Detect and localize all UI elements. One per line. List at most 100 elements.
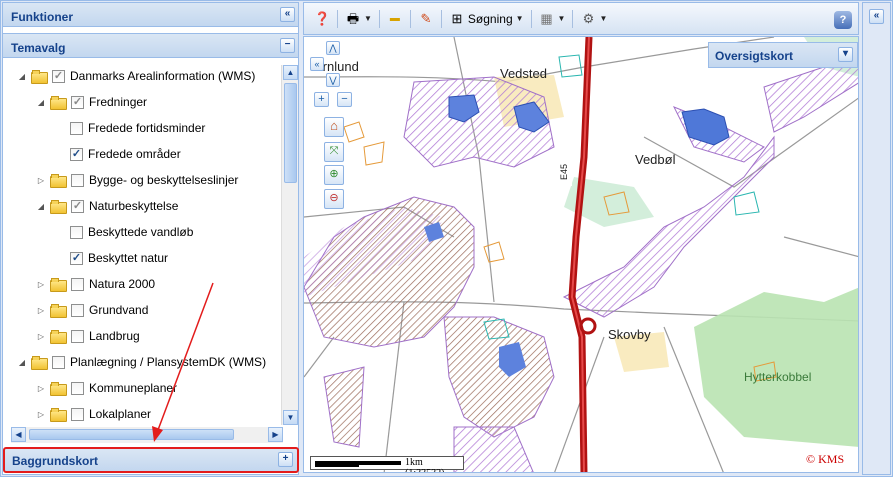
scale-bar-line <box>315 465 359 467</box>
layer-checkbox[interactable] <box>70 121 83 135</box>
expand-arrow-icon[interactable]: ▷ <box>36 409 46 419</box>
info-tool-button[interactable]: ❓ <box>310 8 334 30</box>
layer-checkbox[interactable] <box>71 277 84 291</box>
scroll-right-button[interactable]: ▶ <box>268 427 283 442</box>
scroll-thumb[interactable] <box>284 83 297 183</box>
ruler-icon: ▬ <box>389 12 400 24</box>
layer-checkbox[interactable] <box>71 303 84 317</box>
search-label: Søgning <box>467 11 513 26</box>
zoom-in-button[interactable]: + <box>314 92 329 107</box>
tree-item-label: Naturbeskyttelse <box>89 199 179 213</box>
folder-icon <box>50 304 67 318</box>
expand-arrow-icon <box>55 253 65 263</box>
pan-down-button[interactable]: ⋁ <box>326 73 340 87</box>
baggrundskort-header[interactable]: Baggrundskort + <box>3 447 299 473</box>
home-icon[interactable]: ⌂ <box>324 117 344 137</box>
layer-checkbox[interactable]: ✓ <box>52 69 65 83</box>
layer-checkbox[interactable] <box>52 355 65 369</box>
layer-checkbox[interactable]: ✓ <box>71 95 84 109</box>
tree-item[interactable]: ◢ ✓ Naturbeskyttelse <box>3 195 281 217</box>
map-canvas[interactable] <box>304 37 859 473</box>
scale-text: 1km (1:33532) <box>405 457 444 472</box>
layers-icon: ▦ <box>540 10 553 26</box>
layer-checkbox[interactable] <box>71 173 84 187</box>
map-toolbar: ❓ 🖶 ▼ ▬ ✎ ⊞ Søgning ▼ ▦ ▼ ⚙ ▼ ? <box>303 2 859 35</box>
toolbar-separator <box>440 9 442 28</box>
pan-left-button[interactable]: « <box>310 57 324 71</box>
collapse-arrow-icon[interactable]: ◢ <box>36 201 46 211</box>
zoom-extent-icon[interactable]: ⤧ <box>324 142 344 162</box>
expand-baggrundskort-button[interactable]: + <box>278 452 293 467</box>
expand-arrow-icon <box>55 149 65 159</box>
pan-up-button[interactable]: ⋀ <box>326 41 340 55</box>
layer-checkbox[interactable] <box>70 225 83 239</box>
zoom-out-button[interactable]: − <box>337 92 352 107</box>
expand-arrow-icon <box>55 123 65 133</box>
layer-checkbox[interactable]: ✓ <box>70 147 83 161</box>
tree-item-label: Bygge- og beskyttelseslinjer <box>89 173 239 187</box>
collapse-left-panel-button[interactable]: « <box>280 7 295 22</box>
settings-button[interactable]: ⚙ ▼ <box>576 8 611 30</box>
layer-checkbox[interactable]: ✓ <box>71 199 84 213</box>
tree-item[interactable]: Fredede fortidsminder <box>3 117 281 139</box>
measure-button[interactable]: ▬ <box>383 8 407 30</box>
collapse-temavalg-button[interactable]: − <box>280 38 295 53</box>
folder-icon <box>50 200 67 214</box>
folder-icon <box>50 408 67 422</box>
folder-icon <box>50 330 67 344</box>
expand-arrow-icon[interactable]: ▷ <box>36 383 46 393</box>
toolbar-separator <box>378 9 380 28</box>
collapse-arrow-icon[interactable]: ◢ <box>36 97 46 107</box>
printer-icon: 🖶 <box>346 10 360 26</box>
expand-arrow-icon[interactable]: ▷ <box>36 305 46 315</box>
tree-item-label: Landbrug <box>89 329 140 343</box>
tree-item[interactable]: ◢ ✓ Fredninger <box>3 91 281 113</box>
scroll-up-button[interactable]: ▲ <box>283 65 298 80</box>
collapse-arrow-icon[interactable]: ◢ <box>17 71 27 81</box>
folder-icon <box>50 278 67 292</box>
tree-vertical-scrollbar[interactable]: ▲ ▼ <box>281 65 298 425</box>
print-button[interactable]: 🖶 ▼ <box>341 8 376 30</box>
scale-bar: 1km (1:33532) <box>310 456 464 472</box>
expand-arrow-icon[interactable]: ▷ <box>36 279 46 289</box>
tree-item[interactable]: ▷ Bygge- og beskyttelseslinjer <box>3 169 281 191</box>
pencil-icon: ✎ <box>420 10 432 26</box>
search-button[interactable]: ⊞ Søgning ▼ <box>445 8 528 30</box>
layers-button[interactable]: ▦ ▼ <box>535 8 570 30</box>
toolbar-separator <box>530 9 532 28</box>
tree-item-label: Fredede fortidsminder <box>88 121 206 135</box>
binoculars-icon: ⊞ <box>451 10 463 26</box>
zoom-previous-icon[interactable]: ⊖ <box>324 189 344 209</box>
help-icon[interactable]: ? <box>834 11 852 29</box>
expand-arrow-icon[interactable]: ▷ <box>36 331 46 341</box>
layer-checkbox[interactable] <box>71 381 84 395</box>
collapse-arrow-icon[interactable]: ◢ <box>17 357 27 367</box>
place-vedsted: Vedsted <box>500 66 547 81</box>
layer-checkbox[interactable] <box>71 407 84 421</box>
functions-header: Funktioner « <box>3 3 298 27</box>
gear-icon: ⚙ <box>582 10 595 26</box>
draw-button[interactable]: ✎ <box>414 8 438 30</box>
overview-map-panel[interactable]: Oversigtskort ▾ <box>708 42 858 68</box>
zoom-box-icon[interactable]: ⊕ <box>324 165 344 185</box>
place-vedbol: Vedbøl <box>635 152 676 167</box>
tree-item[interactable]: ◢ ✓ Danmarks Arealinformation (WMS) <box>3 65 281 87</box>
copyright-text: © KMS <box>806 452 845 466</box>
temavalg-header: Temavalg − <box>3 33 298 58</box>
expand-right-panel-button[interactable]: « <box>869 9 884 24</box>
map-view[interactable]: Arnlund Vedsted Vedbøl Skovby Hytterkobb… <box>303 36 859 473</box>
layer-checkbox[interactable]: ✓ <box>70 251 83 265</box>
scroll-left-button[interactable]: ◀ <box>11 427 26 442</box>
expand-arrow-icon <box>55 227 65 237</box>
tree-item[interactable]: Beskyttede vandløb <box>3 221 281 243</box>
temavalg-title: Temavalg <box>11 41 66 55</box>
road-label: E45 <box>559 163 570 181</box>
overview-map-toggle-button[interactable]: ▾ <box>838 47 853 62</box>
layer-checkbox[interactable] <box>71 329 84 343</box>
tree-item[interactable]: ✓ Fredede områder <box>3 143 281 165</box>
scroll-down-button[interactable]: ▼ <box>283 410 298 425</box>
expand-arrow-icon[interactable]: ▷ <box>36 175 46 185</box>
folder-icon <box>50 382 67 396</box>
tree-item[interactable]: ✓ Beskyttet natur <box>3 247 281 269</box>
tree-item-label: Fredninger <box>89 95 148 109</box>
